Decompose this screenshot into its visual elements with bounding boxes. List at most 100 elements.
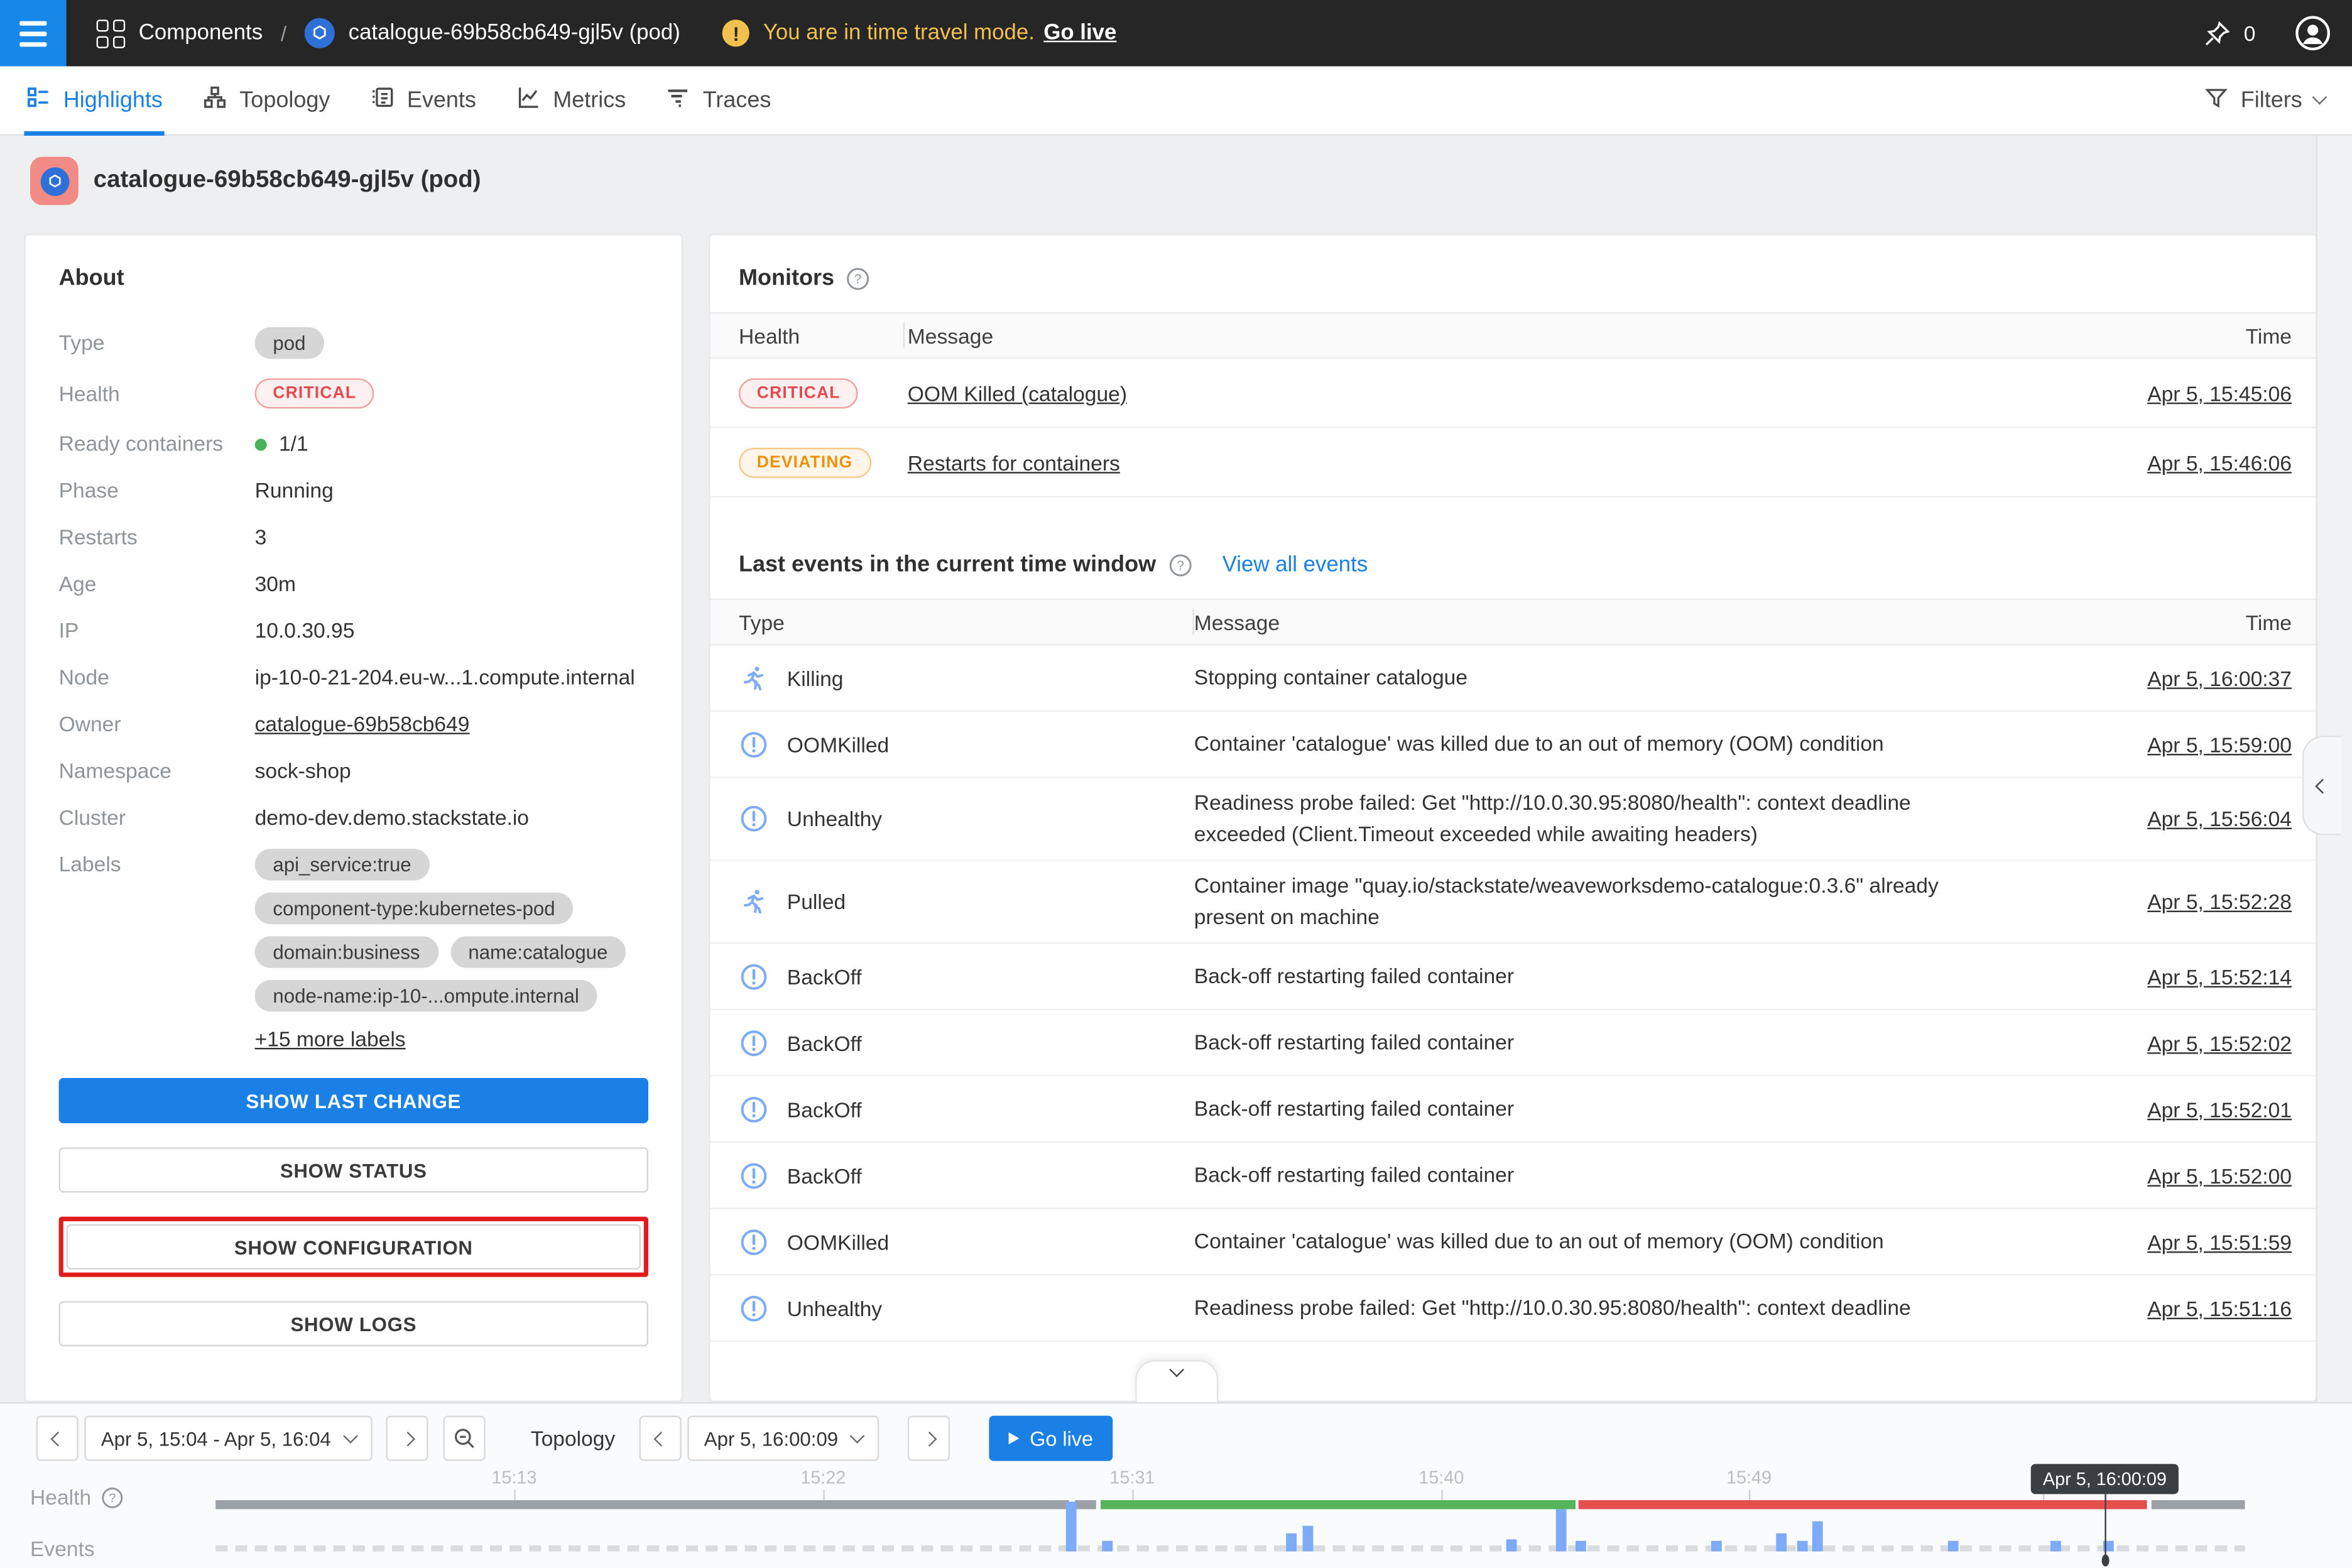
tick-mark bbox=[1441, 1489, 1442, 1505]
event-time-link[interactable]: Apr 5, 15:52:14 bbox=[2147, 964, 2292, 988]
tab-traces[interactable]: Traces bbox=[646, 65, 791, 134]
about-row-age: Age 30m bbox=[59, 569, 648, 596]
event-time-link[interactable]: Apr 5, 15:56:04 bbox=[2147, 807, 2292, 830]
go-live-link[interactable]: Go live bbox=[1043, 21, 1116, 45]
event-count-bar bbox=[1102, 1541, 1113, 1552]
events-heading: Last events in the current time window bbox=[739, 552, 1156, 577]
event-count-bar bbox=[1711, 1541, 1722, 1552]
zoom-out-button[interactable] bbox=[444, 1416, 486, 1461]
event-message: Back-off restarting failed container bbox=[1194, 961, 1948, 992]
label-pill: component-type:kubernetes-pod bbox=[255, 893, 574, 924]
tab-metrics[interactable]: Metrics bbox=[496, 65, 645, 134]
event-count-bar bbox=[1776, 1533, 1787, 1552]
tab-events[interactable]: Events bbox=[350, 65, 496, 134]
components-grid-icon bbox=[97, 19, 126, 48]
about-row-type: Type pod bbox=[59, 327, 648, 359]
show-last-change-button[interactable]: SHOW LAST CHANGE bbox=[59, 1078, 648, 1123]
tab-topology[interactable]: Topology bbox=[182, 65, 350, 134]
event-time-link[interactable]: Apr 5, 15:51:16 bbox=[2147, 1296, 2292, 1320]
time-prev-button[interactable] bbox=[640, 1416, 682, 1461]
events-help-icon[interactable]: ? bbox=[1168, 553, 1192, 577]
alert-event-icon bbox=[739, 1293, 769, 1323]
event-time-link[interactable]: Apr 5, 15:52:28 bbox=[2147, 890, 2292, 913]
event-row: Unhealthy Readiness probe failed: Get "h… bbox=[710, 1275, 2316, 1342]
event-time-link[interactable]: Apr 5, 15:52:01 bbox=[2147, 1097, 2292, 1121]
health-help-icon[interactable]: ? bbox=[102, 1486, 124, 1508]
pod-icon bbox=[305, 18, 335, 48]
tick-mark bbox=[1749, 1489, 1750, 1505]
health-track-label: Health ? bbox=[30, 1485, 124, 1509]
event-type: BackOff bbox=[787, 1097, 862, 1121]
time-range-picker[interactable]: Apr 5, 15:04 - Apr 5, 16:04 bbox=[84, 1416, 371, 1461]
owner-link[interactable]: catalogue-69b58cb649 bbox=[255, 709, 470, 736]
show-logs-button[interactable]: SHOW LOGS bbox=[59, 1301, 648, 1346]
events-icon bbox=[369, 84, 395, 116]
event-time-link[interactable]: Apr 5, 15:52:02 bbox=[2147, 1030, 2292, 1054]
monitor-message-link[interactable]: Restarts for containers bbox=[908, 450, 1120, 474]
monitor-time-link[interactable]: Apr 5, 15:45:06 bbox=[2147, 381, 2292, 405]
tick-label: 15:22 bbox=[800, 1467, 846, 1488]
monitor-message-link[interactable]: OOM Killed (catalogue) bbox=[908, 381, 1127, 405]
pin-count: 0 bbox=[2244, 21, 2256, 45]
event-row: OOMKilled Container 'catalogue' was kill… bbox=[710, 712, 2316, 778]
page-header: catalogue-69b58cb649-gjl5v (pod) bbox=[30, 157, 481, 205]
monitor-health-badge: CRITICAL bbox=[739, 378, 858, 408]
more-labels-link[interactable]: +15 more labels bbox=[255, 1026, 406, 1050]
event-message: Back-off restarting failed container bbox=[1194, 1026, 1948, 1058]
highlight-annotation: SHOW CONFIGURATION bbox=[59, 1217, 648, 1277]
event-time-link[interactable]: Apr 5, 15:59:00 bbox=[2147, 732, 2292, 756]
range-prev-button[interactable] bbox=[36, 1416, 79, 1461]
alert-event-icon bbox=[739, 961, 769, 991]
alert-event-icon bbox=[739, 729, 769, 759]
topology-time-picker[interactable]: Apr 5, 16:00:09 bbox=[687, 1416, 879, 1461]
event-count-bar bbox=[2050, 1541, 2061, 1552]
hamburger-menu-icon[interactable] bbox=[0, 0, 67, 67]
event-message: Readiness probe failed: Get "http://10.0… bbox=[1194, 787, 1948, 851]
about-row-phase: Phase Running bbox=[59, 475, 648, 502]
marker-line[interactable] bbox=[2104, 1494, 2106, 1557]
about-row-labels: Labels api_service:true component-type:k… bbox=[59, 849, 648, 1051]
chevron-left-icon bbox=[2315, 778, 2330, 793]
health-segment bbox=[2152, 1500, 2245, 1509]
breadcrumb-components[interactable]: Components bbox=[139, 21, 263, 45]
about-row-restarts: Restarts 3 bbox=[59, 521, 648, 548]
event-time-link[interactable]: Apr 5, 16:00:37 bbox=[2147, 666, 2292, 690]
range-next-button[interactable] bbox=[386, 1416, 428, 1461]
about-row-ready: Ready containers 1/1 bbox=[59, 428, 648, 455]
event-message: Container 'catalogue' was killed due to … bbox=[1194, 1226, 1948, 1257]
time-next-button[interactable] bbox=[908, 1416, 950, 1461]
show-configuration-button[interactable]: SHOW CONFIGURATION bbox=[67, 1224, 641, 1270]
tick-label: 15:13 bbox=[491, 1467, 536, 1488]
tick-label: 15:40 bbox=[1418, 1467, 1464, 1488]
monitor-time-link[interactable]: Apr 5, 15:46:06 bbox=[2147, 450, 2292, 474]
alert-event-icon bbox=[739, 1160, 769, 1190]
filters-button[interactable]: Filters bbox=[2204, 85, 2325, 116]
marker-dot[interactable] bbox=[2102, 1554, 2110, 1566]
monitors-heading: Monitors bbox=[739, 265, 834, 291]
expand-right-panel-button[interactable] bbox=[2302, 736, 2341, 835]
breadcrumb-entity[interactable]: catalogue-69b58cb649-gjl5v (pod) bbox=[349, 21, 680, 45]
event-type: Killing bbox=[787, 666, 844, 690]
event-time-link[interactable]: Apr 5, 15:51:59 bbox=[2147, 1229, 2292, 1253]
view-all-events-link[interactable]: View all events bbox=[1222, 553, 1368, 577]
event-type: OOMKilled bbox=[787, 1229, 889, 1253]
event-row: BackOff Back-off restarting failed conta… bbox=[710, 1010, 2316, 1077]
tab-highlights[interactable]: Highlights bbox=[6, 65, 183, 134]
event-message: Back-off restarting failed container bbox=[1194, 1160, 1948, 1191]
column-divider bbox=[903, 323, 905, 349]
event-message: Readiness probe failed: Get "http://10.0… bbox=[1194, 1292, 1948, 1324]
event-time-link[interactable]: Apr 5, 15:52:00 bbox=[2147, 1163, 2292, 1187]
show-status-button[interactable]: SHOW STATUS bbox=[59, 1147, 648, 1192]
go-live-button[interactable]: Go live bbox=[989, 1416, 1113, 1461]
monitors-help-icon[interactable]: ? bbox=[846, 266, 870, 290]
about-row-ip: IP 10.0.30.95 bbox=[59, 615, 648, 642]
event-message: Stopping container catalogue bbox=[1194, 662, 1948, 694]
warning-text: You are in time travel mode. bbox=[763, 21, 1035, 45]
user-avatar-icon[interactable] bbox=[2295, 15, 2331, 52]
collapse-events-button[interactable] bbox=[1135, 1360, 1218, 1402]
pin-icon[interactable] bbox=[2203, 19, 2232, 48]
event-row: Pulled Container image "quay.io/stacksta… bbox=[710, 861, 2316, 944]
topology-icon bbox=[202, 84, 227, 116]
about-row-owner: Owner catalogue-69b58cb649 bbox=[59, 709, 648, 736]
pod-icon bbox=[40, 166, 69, 195]
